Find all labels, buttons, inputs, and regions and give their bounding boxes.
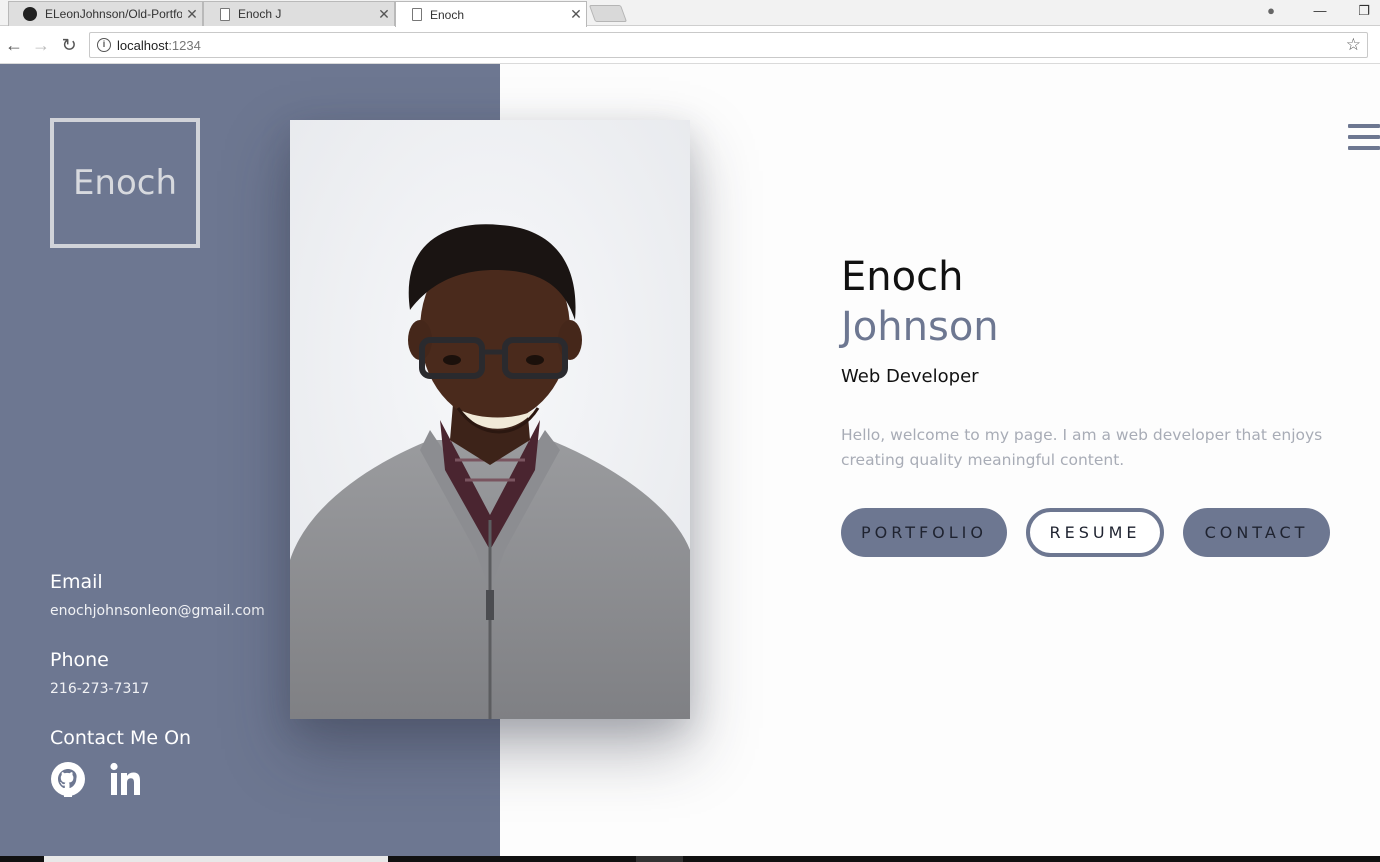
bookmark-star-icon[interactable]: ☆ bbox=[1346, 35, 1361, 55]
job-title: Web Developer bbox=[841, 366, 979, 387]
github-icon bbox=[23, 7, 37, 21]
social-links bbox=[50, 761, 144, 797]
restore-button[interactable]: ❐ bbox=[1354, 3, 1374, 19]
contact-button[interactable]: CONTACT bbox=[1183, 508, 1330, 557]
taskbar-segment bbox=[44, 856, 388, 862]
taskbar-strip bbox=[0, 856, 1380, 862]
resume-button[interactable]: RESUME bbox=[1026, 508, 1164, 557]
address-bar[interactable]: i localhost:1234 ☆ bbox=[89, 32, 1368, 58]
portrait-illustration bbox=[290, 120, 690, 719]
page-icon bbox=[220, 7, 230, 21]
profile-icon[interactable]: ● bbox=[1261, 3, 1281, 18]
github-icon[interactable] bbox=[50, 761, 86, 797]
logo[interactable]: Enoch bbox=[50, 118, 200, 248]
tab-title: ELeonJohnson/Old-Portfo bbox=[45, 7, 182, 21]
tab-title: Enoch J bbox=[238, 7, 282, 21]
taskbar-segment bbox=[636, 856, 683, 862]
page: Enoch Email enochjohnsonleon@gmail.com P… bbox=[0, 64, 1380, 862]
close-icon[interactable]: ✕ bbox=[374, 6, 394, 23]
social-block: Contact Me On bbox=[50, 727, 191, 749]
email-heading: Email bbox=[50, 571, 103, 593]
browser-toolbar: ← → ↻ i localhost:1234 ☆ bbox=[0, 27, 1380, 64]
browser-tab-bar: ELeonJohnson/Old-Portfo ✕ Enoch J ✕ Enoc… bbox=[0, 0, 1380, 27]
close-icon[interactable]: ✕ bbox=[182, 6, 202, 23]
new-tab-button[interactable] bbox=[588, 5, 628, 22]
tab-title: Enoch bbox=[430, 7, 465, 22]
browser-tab-github[interactable]: ELeonJohnson/Old-Portfo ✕ bbox=[8, 1, 203, 26]
social-heading: Contact Me On bbox=[50, 727, 192, 749]
last-name: Johnson bbox=[841, 304, 999, 350]
phone-value: 216-273-7317 bbox=[50, 681, 150, 697]
forward-button[interactable]: → bbox=[31, 35, 51, 55]
phone-block: Phone 216-273-7317 bbox=[50, 649, 149, 697]
menu-bar bbox=[1348, 146, 1380, 150]
first-name: Enoch bbox=[841, 254, 964, 300]
profile-photo bbox=[290, 120, 690, 719]
minimize-button[interactable]: — bbox=[1310, 3, 1330, 18]
email-value: enochjohnsonleon@gmail.com bbox=[50, 603, 265, 619]
phone-heading: Phone bbox=[50, 649, 109, 671]
url-port: :1234 bbox=[168, 37, 201, 53]
intro-text: Hello, welcome to my page. I am a web de… bbox=[841, 426, 1323, 469]
back-button[interactable]: ← bbox=[4, 35, 24, 55]
reload-button[interactable]: ↻ bbox=[59, 35, 79, 55]
browser-tab-enoch-j[interactable]: Enoch J ✕ bbox=[203, 1, 395, 26]
menu-bar bbox=[1348, 124, 1380, 128]
logo-text: Enoch bbox=[72, 163, 178, 203]
linkedin-icon[interactable] bbox=[108, 761, 144, 797]
portfolio-button[interactable]: PORTFOLIO bbox=[841, 508, 1007, 557]
url-host: localhost bbox=[117, 37, 169, 53]
info-icon[interactable]: i bbox=[97, 38, 111, 52]
close-icon[interactable]: ✕ bbox=[566, 6, 586, 23]
menu-icon[interactable] bbox=[1348, 124, 1380, 157]
browser-tab-enoch[interactable]: Enoch ✕ bbox=[395, 1, 587, 27]
page-icon bbox=[412, 8, 422, 21]
menu-bar bbox=[1348, 135, 1380, 139]
email-block: Email enochjohnsonleon@gmail.com bbox=[50, 571, 265, 619]
